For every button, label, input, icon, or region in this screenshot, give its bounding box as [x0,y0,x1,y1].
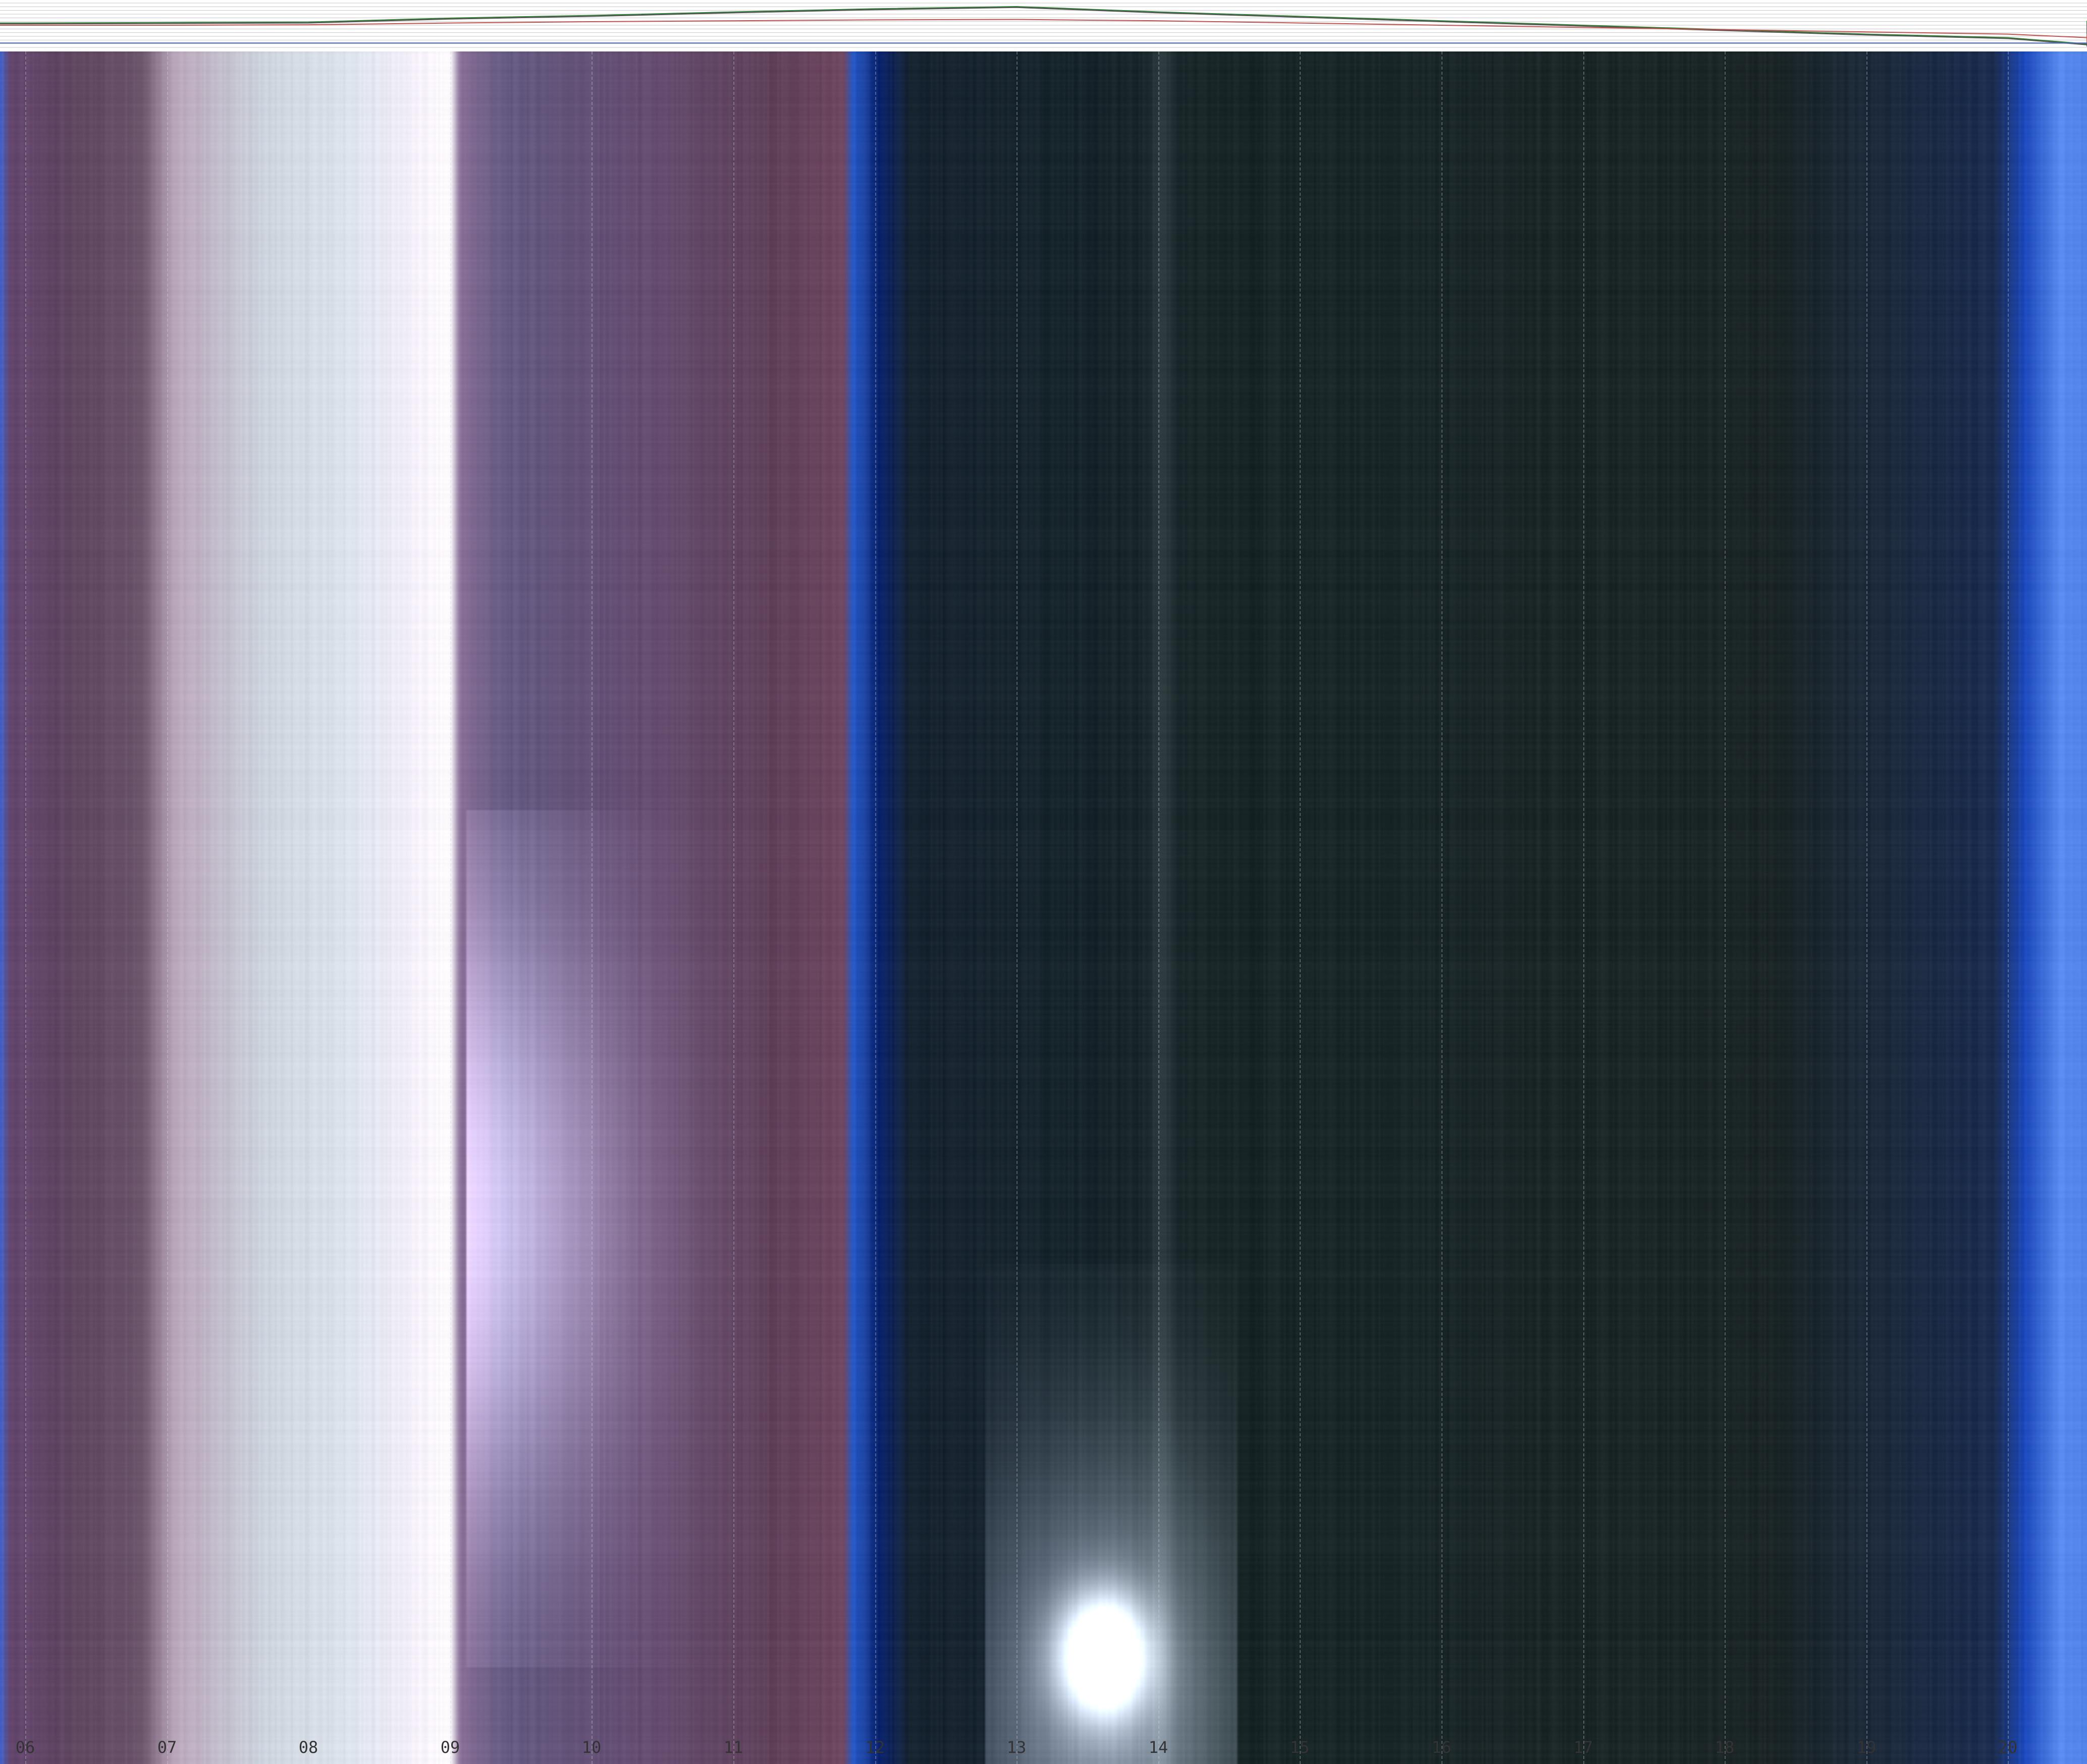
hour-gridline [1441,51,1442,1764]
hour-gridline [1016,51,1018,1764]
hour-label: 17 [1573,1738,1593,1757]
hour-label: 08 [298,1738,318,1757]
hour-label: 11 [723,1738,743,1757]
hour-gridline [167,51,168,1764]
hour-label: 07 [157,1738,177,1757]
hour-gridline [1158,51,1159,1764]
hour-label: 10 [581,1738,602,1757]
hour-gridline [592,51,593,1764]
hour-label: 15 [1290,1738,1310,1757]
keogram-viewer: 0607080910111213141516171819202122230001… [0,0,2087,1764]
hour-gridline [450,51,451,1764]
hour-label: 13 [1006,1738,1027,1757]
hour-gridline [25,51,26,1764]
sensor-chart [0,0,2087,51]
hour-gridline [733,51,734,1764]
hour-label: 16 [1431,1738,1452,1757]
hour-gridline [875,51,876,1764]
hour-grid [0,51,2087,1764]
hour-label: 12 [865,1738,885,1757]
hour-label: 19 [1856,1738,1877,1757]
hour-gridline [1866,51,1867,1764]
hour-label: 18 [1715,1738,1735,1757]
hour-gridline [308,51,309,1764]
hour-gridline [1300,51,1301,1764]
hour-gridline [1583,51,1584,1764]
hour-gridline [1725,51,1726,1764]
hour-label: 14 [1148,1738,1168,1757]
hour-label: 09 [440,1738,460,1757]
hour-gridline [2008,51,2009,1764]
hour-label: 06 [15,1738,35,1757]
hour-label: 20 [1998,1738,2018,1757]
